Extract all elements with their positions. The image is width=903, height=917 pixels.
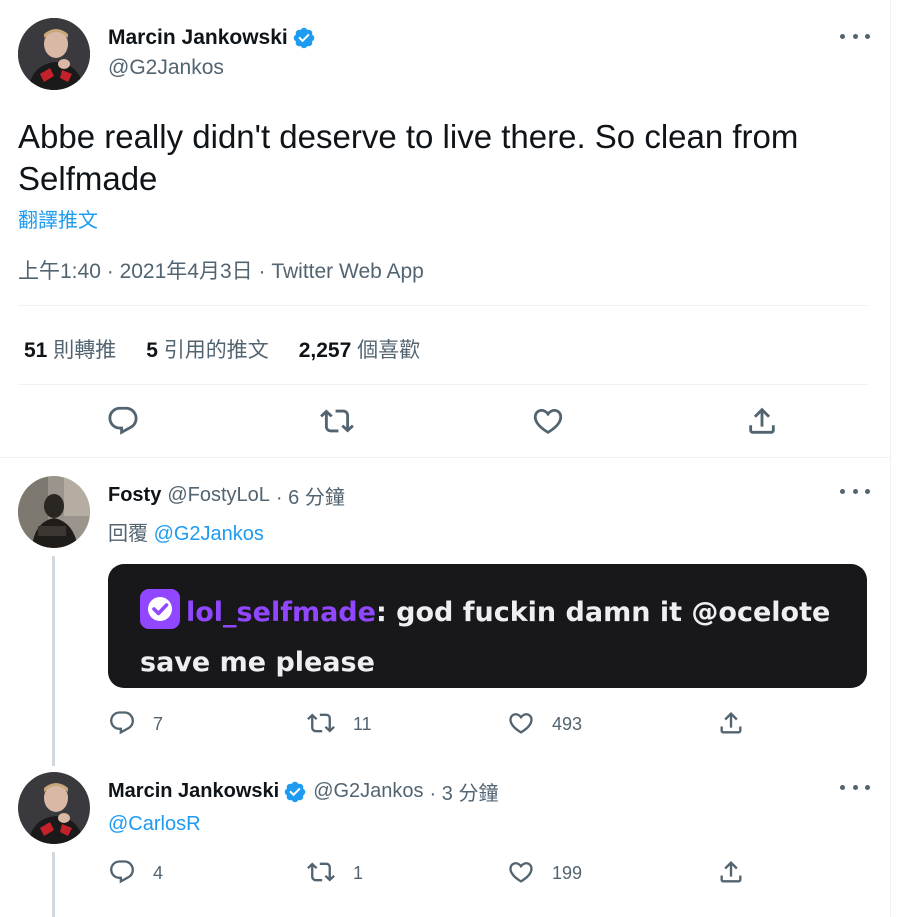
heart-icon[interactable] <box>507 709 535 737</box>
avatar-image <box>18 476 90 548</box>
reply-to-mention[interactable]: @G2Jankos <box>154 523 264 545</box>
share-icon[interactable] <box>745 404 779 438</box>
chat-username: lol_selfmade <box>186 597 376 628</box>
more-icon[interactable] <box>840 777 870 797</box>
reply-author-name[interactable]: Fosty <box>108 484 161 507</box>
verified-badge-icon <box>292 26 316 50</box>
verified-badge-icon <box>283 780 307 804</box>
media-image[interactable]: lol_selfmade: god fuckin damn it @ocelot… <box>108 564 867 688</box>
reply-author-row: Fosty @FostyLoL · 6 分鐘 <box>108 481 345 510</box>
section-divider <box>0 457 890 458</box>
twitch-verified-icon <box>140 589 180 629</box>
author-handle[interactable]: @G2Jankos <box>108 56 224 80</box>
reply-author-handle[interactable]: @FostyLoL <box>167 484 270 507</box>
divider <box>18 384 868 385</box>
more-dot <box>865 33 870 39</box>
retweets-label: 則轉推 <box>53 339 117 362</box>
more-icon[interactable] <box>840 26 870 46</box>
author-name[interactable]: Marcin Jankowski <box>108 26 288 50</box>
retweet-icon[interactable] <box>307 709 335 737</box>
avatar[interactable] <box>18 772 90 844</box>
thread-line <box>52 852 55 917</box>
tweet-date[interactable]: 2021年4月3日 <box>120 260 253 283</box>
more-icon[interactable] <box>840 481 870 501</box>
meta-separator: · <box>258 260 266 283</box>
tweet-meta: 上午1:40 · 2021年4月3日 · Twitter Web App <box>18 255 424 285</box>
more-dot <box>865 784 870 790</box>
more-dot <box>865 488 870 494</box>
more-dot <box>840 33 845 39</box>
reply-count: 7 <box>153 714 164 734</box>
replying-to: 回覆 @G2Jankos <box>108 517 264 546</box>
share-icon[interactable] <box>717 858 745 886</box>
divider <box>18 305 868 306</box>
retweet-icon[interactable] <box>307 858 335 886</box>
reply-time[interactable]: · 3 分鐘 <box>430 777 499 806</box>
reply-icon[interactable] <box>106 404 140 438</box>
more-dot <box>840 488 845 494</box>
likes-stat[interactable]: 2,257 個喜歡 <box>299 334 420 364</box>
heart-icon[interactable] <box>531 404 565 438</box>
reply-icon[interactable] <box>108 709 136 737</box>
more-dot <box>852 488 858 494</box>
right-border <box>890 0 891 917</box>
like-count: 199 <box>552 863 583 883</box>
quotes-count: 5 <box>146 339 158 362</box>
avatar-image <box>18 18 90 90</box>
tweet-time[interactable]: 上午1:40 <box>18 260 101 283</box>
reply-icon[interactable] <box>108 858 136 886</box>
retweet-count: 11 <box>353 714 372 734</box>
heart-icon[interactable] <box>507 858 535 886</box>
share-icon[interactable] <box>717 709 745 737</box>
more-dot <box>852 784 858 790</box>
retweets-count: 51 <box>24 339 48 362</box>
tweet-actions <box>0 400 890 444</box>
likes-count: 2,257 <box>298 339 352 362</box>
reply-prefix: 回覆 <box>108 523 148 545</box>
chat-message: lol_selfmade: god fuckin damn it @ocelot… <box>140 588 840 688</box>
like-count: 493 <box>552 714 583 734</box>
more-dot <box>840 784 845 790</box>
translate-link[interactable]: 翻譯推文 <box>18 204 98 233</box>
tweet-stats: 51 則轉推 5 引用的推文 2,257 個喜歡 <box>24 334 420 364</box>
reply-time[interactable]: · 6 分鐘 <box>276 481 345 510</box>
retweet-icon[interactable] <box>320 404 354 438</box>
retweet-count: 1 <box>353 863 364 883</box>
more-dot <box>852 33 858 39</box>
tweet-source[interactable]: Twitter Web App <box>271 260 424 283</box>
likes-label: 個喜歡 <box>357 339 421 362</box>
quotes-label: 引用的推文 <box>163 339 269 362</box>
reply-author-row: Marcin Jankowski @G2Jankos · 3 分鐘 <box>108 777 498 806</box>
reply-author-handle[interactable]: @G2Jankos <box>313 780 423 803</box>
quotes-stat[interactable]: 5 引用的推文 <box>146 334 269 364</box>
author-handle-row: @G2Jankos <box>108 56 224 80</box>
reply-mention[interactable]: @CarlosR <box>108 813 201 836</box>
retweets-stat[interactable]: 51 則轉推 <box>24 334 116 364</box>
tweet-text: Abbe really didn't deserve to live there… <box>18 118 799 197</box>
author-name-row: Marcin Jankowski <box>108 26 316 50</box>
reply-count: 4 <box>153 863 164 883</box>
avatar-image <box>18 772 90 844</box>
reply-author-name[interactable]: Marcin Jankowski <box>108 780 279 803</box>
thread-line <box>52 556 55 766</box>
avatar[interactable] <box>18 18 90 90</box>
avatar[interactable] <box>18 476 90 548</box>
meta-separator: · <box>106 260 114 283</box>
